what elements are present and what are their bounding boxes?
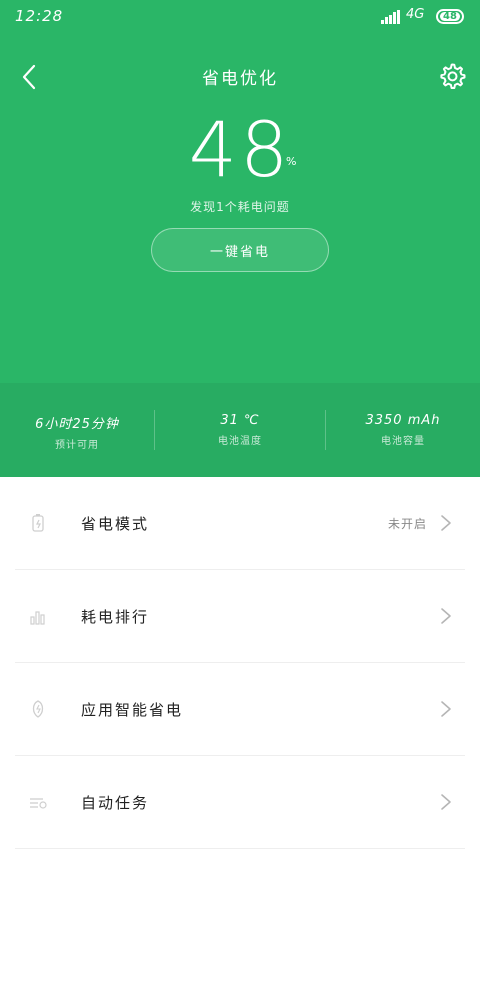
battery-mode-icon — [32, 514, 44, 532]
stat-battery-capacity: 3350 mAh 电池容量 — [326, 413, 480, 447]
battery-unit: % — [286, 155, 297, 168]
task-switch-icon — [30, 798, 47, 809]
battery-level: 48 — [440, 12, 460, 22]
menu-item-label: 耗电排行 — [81, 608, 150, 626]
chevron-right-icon — [441, 701, 451, 717]
stat-battery-temperature: 31 ℃ 电池温度 — [163, 413, 317, 447]
menu-item-power-saving-mode[interactable]: 省电模式 未开启 — [15, 477, 465, 570]
page-title: 省电优化 — [202, 69, 278, 89]
menu-item-label: 应用智能省电 — [81, 701, 184, 719]
bar-chart-icon — [30, 611, 45, 625]
network-label: 4G — [406, 7, 425, 22]
menu-item-app-smart-saving[interactable]: 应用智能省电 — [15, 663, 465, 756]
menu-item-label: 自动任务 — [81, 794, 150, 812]
stat-value: 6小时25分钟 — [35, 417, 119, 432]
stat-label: 电池容量 — [381, 436, 425, 447]
menu-item-auto-tasks[interactable]: 自动任务 — [15, 756, 465, 849]
menu-item-value: 未开启 — [387, 517, 427, 531]
stat-label: 预计可用 — [55, 440, 99, 451]
stat-value: 31 ℃ — [220, 413, 260, 428]
signal-icon — [381, 10, 400, 24]
stat-estimated-time: 6小时25分钟 预计可用 — [0, 413, 154, 451]
optimize-button[interactable]: 一键省电 — [151, 228, 329, 272]
header: 12:28 4G 48 省电优化 48 % 发现1个耗电问题 一键省电 — [0, 0, 480, 383]
status-time: 12:28 — [15, 7, 64, 25]
chevron-right-icon — [441, 608, 451, 624]
issue-text: 发现1个耗电问题 — [190, 200, 290, 214]
battery-percentage: 48 % — [0, 105, 480, 194]
stat-label: 电池温度 — [218, 436, 262, 447]
battery-icon: 48 — [436, 9, 464, 24]
battery-value: 48 — [188, 105, 292, 194]
status-bar: 12:28 4G 48 — [0, 0, 480, 34]
stat-divider — [154, 410, 155, 450]
stats-bar: 6小时25分钟 预计可用 31 ℃ 电池温度 3350 mAh 电池容量 — [0, 383, 480, 477]
leaf-icon — [32, 700, 44, 718]
menu-item-power-ranking[interactable]: 耗电排行 — [15, 570, 465, 663]
settings-gear-icon[interactable] — [438, 62, 466, 90]
chevron-right-icon — [441, 794, 451, 810]
stat-value: 3350 mAh — [365, 413, 441, 428]
menu-item-label: 省电模式 — [81, 515, 150, 533]
menu-list: 省电模式 未开启 耗电排行 应用智能省电 自动任务 — [0, 477, 480, 849]
chevron-right-icon — [441, 515, 451, 531]
